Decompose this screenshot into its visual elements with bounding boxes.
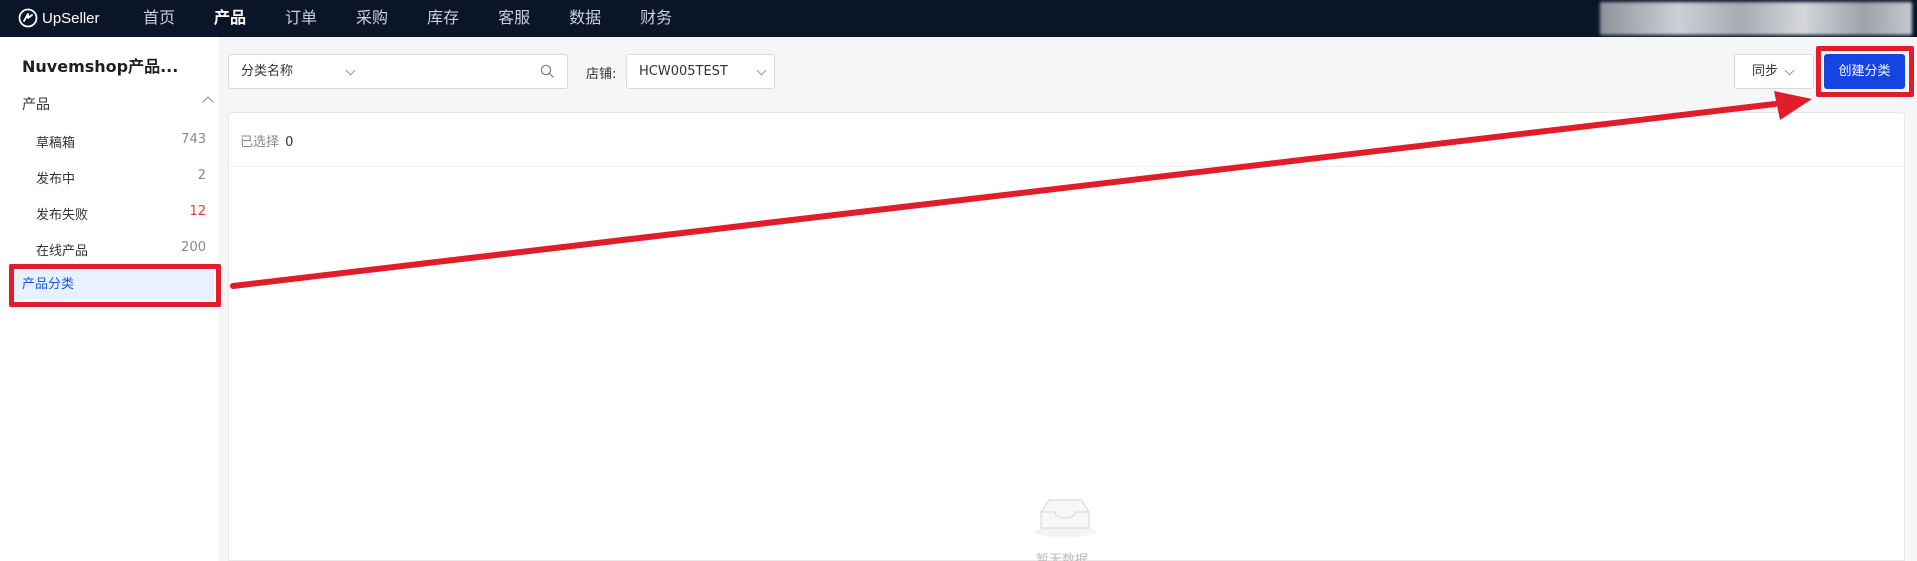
store-select-value: HCW005TEST bbox=[639, 64, 728, 79]
chevron-down-icon bbox=[1784, 65, 1795, 76]
nav-item-data[interactable]: 数据 bbox=[569, 0, 601, 37]
nav-item-purchasing[interactable]: 采购 bbox=[356, 0, 388, 37]
sync-button[interactable]: 同步 bbox=[1734, 54, 1814, 89]
search-icon[interactable] bbox=[540, 64, 554, 78]
chevron-up-icon[interactable] bbox=[202, 96, 214, 108]
upseller-logo-icon bbox=[18, 8, 38, 28]
chevron-down-icon bbox=[756, 65, 767, 76]
sidebar-item-online-products[interactable]: 在线产品 200 bbox=[36, 240, 206, 259]
sidebar-item-publishing[interactable]: 发布中 2 bbox=[36, 168, 206, 187]
empty-state-text: 暂无数据 bbox=[1036, 553, 1089, 561]
sidebar-item-label: 发布失败 bbox=[36, 208, 89, 223]
selection-summary: 已选择 0 bbox=[229, 113, 1904, 167]
sidebar-item-count: 200 bbox=[181, 240, 206, 255]
nav-item-home[interactable]: 首页 bbox=[143, 0, 175, 37]
blurred-account-area[interactable] bbox=[1600, 2, 1912, 35]
sidebar-item-count: 12 bbox=[189, 204, 206, 219]
nav-item-finance[interactable]: 财务 bbox=[640, 0, 672, 37]
top-navigation-bar: UpSeller 首页 产品 订单 采购 库存 客服 数据 财务 bbox=[0, 0, 1917, 37]
upseller-logo[interactable]: UpSeller bbox=[18, 8, 100, 28]
main-nav: 首页 产品 订单 采购 库存 客服 数据 财务 bbox=[143, 0, 711, 37]
store-title: Nuvemshop产品... bbox=[22, 57, 179, 76]
sidebar-item-label: 发布中 bbox=[36, 172, 76, 187]
sidebar-item-drafts[interactable]: 草稿箱 743 bbox=[36, 132, 206, 151]
logo-text: UpSeller bbox=[42, 9, 100, 27]
nav-item-inventory[interactable]: 库存 bbox=[427, 0, 459, 37]
nav-item-products[interactable]: 产品 bbox=[214, 0, 246, 37]
nav-item-orders[interactable]: 订单 bbox=[285, 0, 317, 37]
chevron-down-icon bbox=[345, 65, 356, 76]
sync-button-label: 同步 bbox=[1752, 64, 1779, 79]
store-select[interactable]: HCW005TEST bbox=[626, 54, 775, 89]
sidebar-highlight-box bbox=[9, 264, 221, 307]
sidebar-item-label: 草稿箱 bbox=[36, 136, 76, 151]
sidebar-item-count: 743 bbox=[181, 132, 206, 147]
sidebar-item-publish-failed[interactable]: 发布失败 12 bbox=[36, 204, 206, 223]
search-input[interactable] bbox=[363, 54, 568, 89]
sidebar-group-label: 产品 bbox=[22, 97, 50, 113]
sidebar-item-count: 2 bbox=[197, 168, 206, 183]
selected-count: 0 bbox=[285, 135, 294, 150]
sidebar-item-label: 在线产品 bbox=[36, 244, 89, 259]
category-list-panel: 已选择 0 bbox=[228, 112, 1905, 561]
filter-field-value: 分类名称 bbox=[241, 64, 294, 79]
filter-field-select[interactable]: 分类名称 bbox=[228, 54, 364, 89]
store-label: 店铺: bbox=[586, 67, 617, 82]
nav-item-customer-service[interactable]: 客服 bbox=[498, 0, 530, 37]
sidebar-group-products[interactable]: 产品 bbox=[22, 94, 214, 114]
empty-inbox-icon bbox=[1034, 499, 1096, 537]
create-button-highlight-box bbox=[1816, 46, 1914, 97]
selected-label: 已选择 bbox=[240, 135, 280, 150]
